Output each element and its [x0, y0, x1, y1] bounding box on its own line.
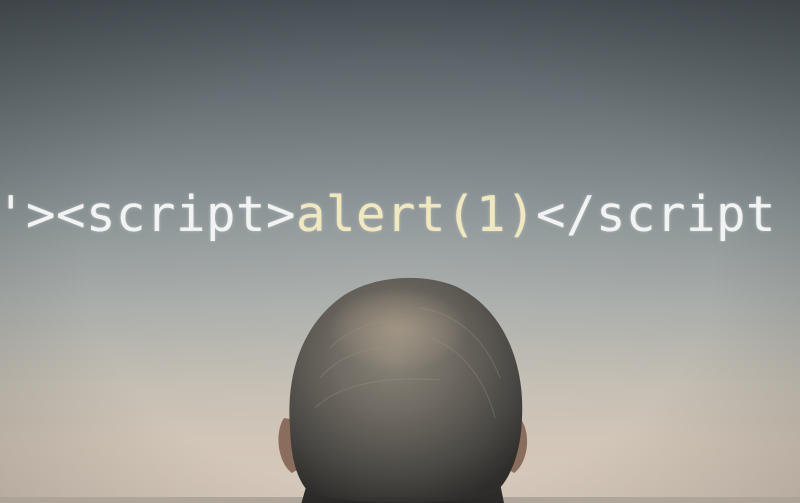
- code-close-tag: </script: [536, 186, 777, 243]
- code-open-tag: '><script>: [0, 186, 297, 243]
- screen-bottom-edge: [0, 497, 800, 503]
- audience-head: [278, 277, 528, 503]
- projected-code-line: '><script>alert(1)</script: [0, 190, 776, 239]
- code-payload: alert(1): [296, 186, 537, 243]
- photo-scene: '><script>alert(1)</script: [0, 0, 800, 503]
- head-crown-highlight: [328, 288, 468, 372]
